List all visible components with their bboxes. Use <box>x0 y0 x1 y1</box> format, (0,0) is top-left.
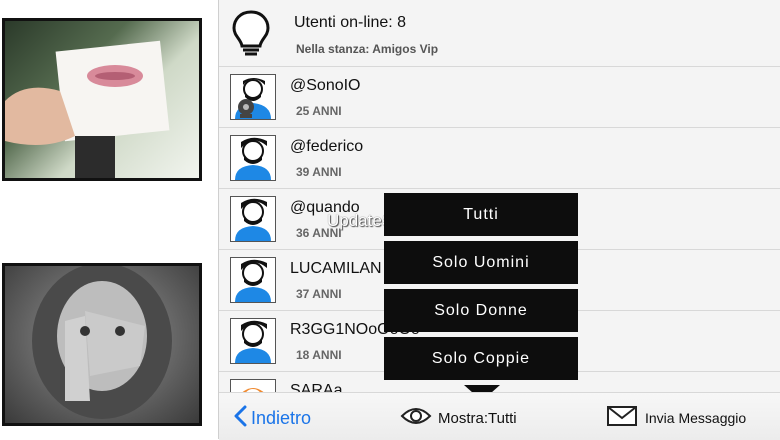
webcam-photo-2[interactable] <box>2 263 202 426</box>
back-label: Indietro <box>251 408 312 428</box>
user-age: 39 ANNI <box>296 165 342 179</box>
user-age: 25 ANNI <box>296 104 342 118</box>
room-name: Nella stanza: Amigos Vip <box>296 42 439 56</box>
back-button[interactable]: Indietro <box>233 405 311 432</box>
send-message-button[interactable]: Invia Messaggio <box>607 406 746 429</box>
filter-option-tutti[interactable]: Tutti <box>384 193 578 236</box>
online-header: Utenti on-line: 8 Nella stanza: Amigos V… <box>219 0 780 67</box>
show-filter-button[interactable]: Mostra:Tutti <box>400 406 517 430</box>
envelope-icon <box>607 406 637 429</box>
filter-option-solo-donne[interactable]: Solo Donne <box>384 289 578 332</box>
webcam-photo-1[interactable] <box>2 18 202 181</box>
username: LUCAMILAN <box>290 260 382 277</box>
male-avatar-icon <box>230 196 276 242</box>
username: @SonoIO <box>290 77 361 94</box>
show-filter-label: Mostra:Tutti <box>438 409 517 427</box>
user-age: 37 ANNI <box>296 287 342 301</box>
male-avatar-icon <box>230 318 276 364</box>
photo-image <box>32 266 172 419</box>
chevron-left-icon <box>233 405 247 432</box>
user-age: 18 ANNI <box>296 348 342 362</box>
filter-option-solo-uomini[interactable]: Solo Uomini <box>384 241 578 284</box>
send-message-label: Invia Messaggio <box>645 409 747 426</box>
webcam-avatar-icon <box>230 74 276 120</box>
username: @federico <box>290 138 364 155</box>
photo-image <box>5 40 170 178</box>
bottom-toolbar: Indietro Mostra:Tutti Invia Messaggio <box>219 392 780 440</box>
filter-option-solo-coppie[interactable]: Solo Coppie <box>384 337 578 380</box>
user-row[interactable]: @SonoIO 25 ANNI <box>219 67 780 128</box>
male-avatar-icon <box>230 257 276 303</box>
eye-icon <box>400 406 432 430</box>
user-row[interactable]: @federico 39 ANNI <box>219 128 780 189</box>
male-avatar-icon <box>230 135 276 181</box>
online-users-count: Utenti on-line: 8 <box>294 14 407 31</box>
webcam-column <box>0 0 219 439</box>
lightbulb-icon <box>229 8 273 56</box>
